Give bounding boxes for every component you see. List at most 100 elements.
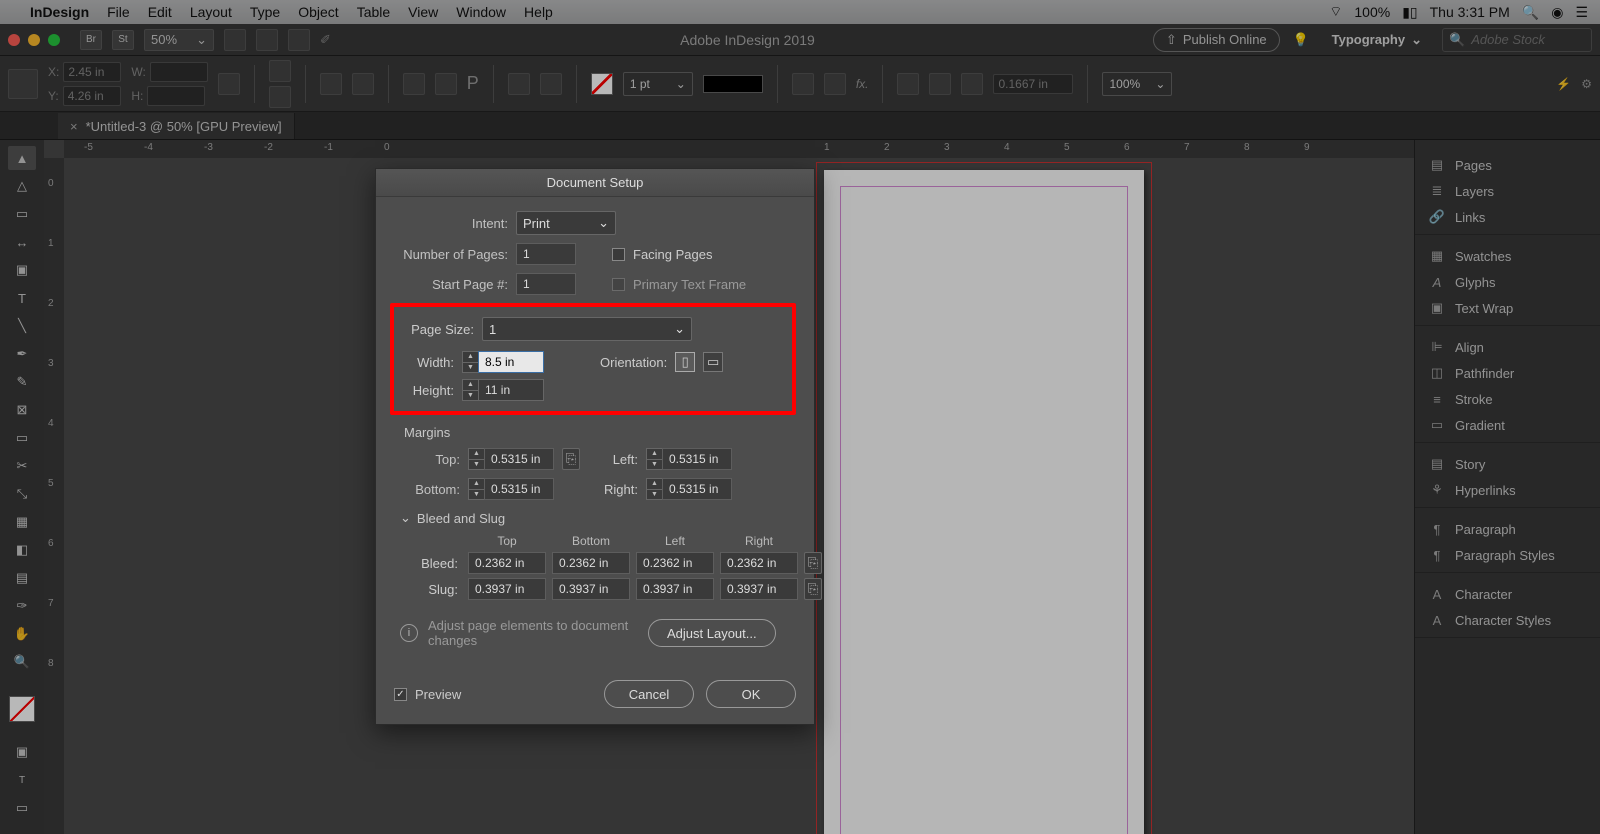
pen-tool[interactable]: ✒ bbox=[8, 342, 36, 366]
fit-value-field[interactable]: 0.1667 in bbox=[993, 74, 1073, 94]
adjust-layout-button[interactable]: Adjust Layout... bbox=[648, 619, 776, 647]
menu-help[interactable]: Help bbox=[524, 4, 553, 20]
height-field[interactable] bbox=[478, 379, 544, 401]
w-field[interactable] bbox=[150, 62, 208, 82]
slug-top[interactable] bbox=[468, 578, 546, 600]
menu-edit[interactable]: Edit bbox=[148, 4, 172, 20]
rectangle-tool[interactable]: ▭ bbox=[8, 426, 36, 450]
menu-window[interactable]: Window bbox=[456, 4, 506, 20]
clock[interactable]: Thu 3:31 PM bbox=[1430, 4, 1510, 20]
minimize-icon[interactable] bbox=[28, 34, 40, 46]
panel-layers[interactable]: ≣Layers bbox=[1415, 178, 1600, 204]
panel-pages[interactable]: ▤Pages bbox=[1415, 152, 1600, 178]
cancel-button[interactable]: Cancel bbox=[604, 680, 694, 708]
line-tool[interactable]: ╲ bbox=[8, 314, 36, 338]
panel-glyphs[interactable]: AGlyphs bbox=[1415, 269, 1600, 295]
slug-left[interactable] bbox=[636, 578, 714, 600]
panel-paragraph[interactable]: ¶Paragraph bbox=[1415, 516, 1600, 542]
document-tab[interactable]: × *Untitled-3 @ 50% [GPU Preview] bbox=[58, 113, 295, 139]
width-field[interactable] bbox=[478, 351, 544, 373]
bleed-top[interactable] bbox=[468, 552, 546, 574]
flip-h-icon[interactable] bbox=[320, 73, 342, 95]
horizontal-ruler[interactable]: -5 -4 -3 -2 -1 0 1 2 3 4 5 6 7 8 9 bbox=[64, 140, 1414, 158]
adobe-stock-search[interactable]: 🔍Adobe Stock bbox=[1442, 28, 1592, 52]
siri-icon[interactable]: ◉ bbox=[1551, 4, 1563, 21]
mright-stepper[interactable]: ▲▼ bbox=[646, 478, 662, 500]
panel-swatches[interactable]: ▦Swatches bbox=[1415, 243, 1600, 269]
opt-icon[interactable] bbox=[508, 73, 530, 95]
zoom-select[interactable]: 50%⌄ bbox=[144, 29, 214, 51]
height-stepper[interactable]: ▲▼ bbox=[462, 379, 478, 401]
rotate-cw-icon[interactable] bbox=[403, 73, 425, 95]
page-tool[interactable]: ▭ bbox=[8, 202, 36, 226]
gradient-feather-tool[interactable]: ◧ bbox=[8, 538, 36, 562]
ok-button[interactable]: OK bbox=[706, 680, 796, 708]
view-opts-icon[interactable] bbox=[224, 29, 246, 51]
workspace-select[interactable]: Typography⌄ bbox=[1322, 28, 1432, 52]
frame-fit-icon[interactable] bbox=[792, 73, 814, 95]
startpage-field[interactable] bbox=[516, 273, 576, 295]
gap-tool[interactable]: ↔ bbox=[8, 230, 36, 254]
arrange-icon[interactable] bbox=[288, 29, 310, 51]
panel-align[interactable]: ⊫Align bbox=[1415, 334, 1600, 360]
direct-selection-tool[interactable]: △ bbox=[8, 174, 36, 198]
intent-select[interactable]: Print⌄ bbox=[516, 211, 616, 235]
menu-table[interactable]: Table bbox=[357, 4, 390, 20]
menu-type[interactable]: Type bbox=[250, 4, 280, 20]
reference-point-icon[interactable] bbox=[8, 69, 38, 99]
slug-link-icon[interactable]: ⎘ bbox=[804, 578, 822, 600]
wifi-icon[interactable]: ⌔ bbox=[1329, 3, 1342, 21]
document-page[interactable] bbox=[824, 170, 1144, 834]
format-container-icon[interactable]: ▣ bbox=[8, 740, 36, 764]
mbot-field[interactable] bbox=[484, 478, 554, 500]
h-field[interactable] bbox=[147, 86, 205, 106]
bridge-button[interactable]: Br bbox=[80, 30, 102, 50]
mright-field[interactable] bbox=[662, 478, 732, 500]
panel-links[interactable]: 🔗Links bbox=[1415, 204, 1600, 230]
mac-menubar[interactable]: InDesign File Edit Layout Type Object Ta… bbox=[0, 0, 1600, 24]
panel-hyperlinks[interactable]: ⚘Hyperlinks bbox=[1415, 477, 1600, 503]
gpu-icon[interactable]: ✐ bbox=[320, 32, 342, 48]
slug-right[interactable] bbox=[720, 578, 798, 600]
free-transform-tool[interactable]: ⤡ bbox=[8, 482, 36, 506]
quick-apply-icon[interactable]: ⚡ bbox=[1556, 77, 1571, 91]
spotlight-icon[interactable]: 🔍 bbox=[1522, 4, 1539, 21]
apply-color-icon[interactable]: T bbox=[8, 768, 36, 792]
opt-icon2[interactable] bbox=[540, 73, 562, 95]
fill-swatch[interactable] bbox=[591, 73, 613, 95]
frame-fit-icon2[interactable] bbox=[824, 73, 846, 95]
pagesize-select[interactable]: 1⌄ bbox=[482, 317, 692, 341]
zoom-tool[interactable]: 🔍 bbox=[8, 650, 36, 674]
percent-select[interactable]: 100%⌄ bbox=[1102, 72, 1172, 96]
menu-layout[interactable]: Layout bbox=[190, 4, 232, 20]
type-tool[interactable]: T bbox=[8, 286, 36, 310]
orientation-landscape[interactable]: ▭ bbox=[703, 352, 723, 372]
mleft-field[interactable] bbox=[662, 448, 732, 470]
flip-v-icon[interactable] bbox=[352, 73, 374, 95]
textwrap-icon[interactable] bbox=[897, 73, 919, 95]
y-field[interactable]: 4.26 in bbox=[63, 86, 121, 106]
bleed-right[interactable] bbox=[720, 552, 798, 574]
panel-gradient[interactable]: ▭Gradient bbox=[1415, 412, 1600, 438]
panel-paragraph-styles[interactable]: ¶Paragraph Styles bbox=[1415, 542, 1600, 568]
panel-character[interactable]: ACharacter bbox=[1415, 581, 1600, 607]
panel-story[interactable]: ▤Story bbox=[1415, 451, 1600, 477]
app-name[interactable]: InDesign bbox=[30, 4, 89, 20]
eyedropper-tool[interactable]: ✑ bbox=[8, 594, 36, 618]
slug-bottom[interactable] bbox=[552, 578, 630, 600]
menu-view[interactable]: View bbox=[408, 4, 438, 20]
numpages-field[interactable] bbox=[516, 243, 576, 265]
lightbulb-icon[interactable]: 💡 bbox=[1290, 32, 1312, 48]
stroke-weight-select[interactable]: 1 pt⌄ bbox=[623, 72, 693, 96]
menu-object[interactable]: Object bbox=[298, 4, 338, 20]
constrain-icon[interactable] bbox=[218, 73, 240, 95]
stroke-style[interactable] bbox=[703, 75, 763, 93]
x-field[interactable]: 2.45 in bbox=[63, 62, 121, 82]
shear-field[interactable] bbox=[269, 86, 291, 108]
bleed-left[interactable] bbox=[636, 552, 714, 574]
pencil-tool[interactable]: ✎ bbox=[8, 370, 36, 394]
note-tool[interactable]: ▤ bbox=[8, 566, 36, 590]
rotate-field[interactable] bbox=[269, 60, 291, 82]
screen-mode-icon[interactable] bbox=[256, 29, 278, 51]
width-stepper[interactable]: ▲▼ bbox=[462, 351, 478, 373]
